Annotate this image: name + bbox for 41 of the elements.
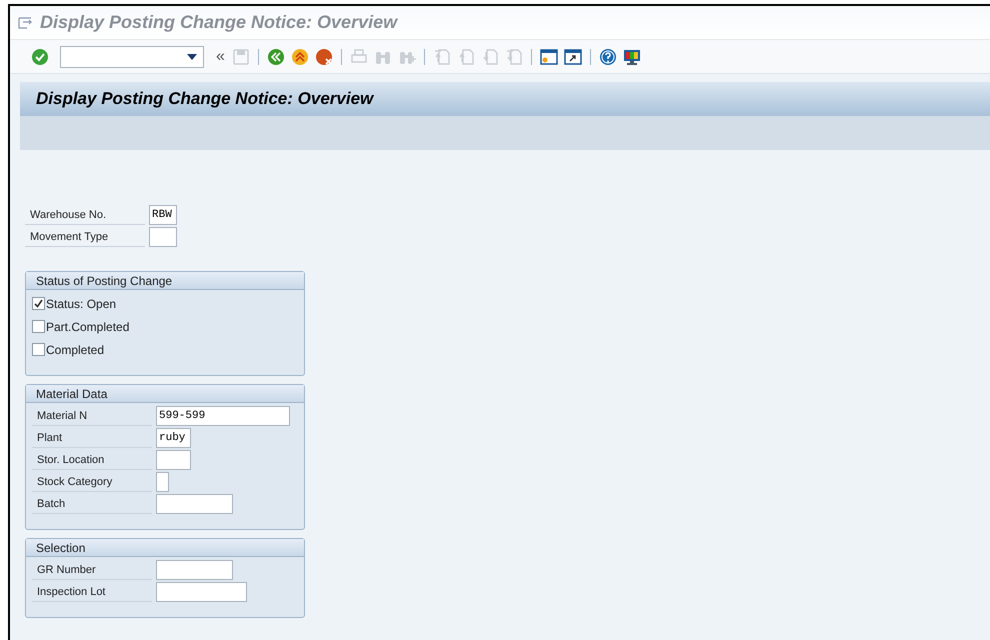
input-field[interactable] <box>156 560 233 580</box>
field-label: Plant <box>32 428 152 448</box>
checkmark-icon <box>34 299 43 308</box>
checkbox-label: Completed <box>46 342 104 358</box>
group-title: Selection <box>26 539 304 557</box>
input-field[interactable] <box>149 227 177 247</box>
checkbox[interactable] <box>32 343 45 356</box>
check-icon[interactable] <box>30 46 50 66</box>
field-label: Movement Type <box>25 227 145 247</box>
screen-title: Display Posting Change Notice: Overview <box>36 88 374 110</box>
back-icon[interactable] <box>266 46 286 66</box>
field-label: Material N <box>32 406 152 426</box>
input-field[interactable] <box>156 494 233 514</box>
input-field[interactable]: RBW <box>149 205 177 225</box>
window-title: Display Posting Change Notice: Overview <box>40 11 398 34</box>
group-title: Material Data <box>26 385 304 403</box>
field-label: Stor. Location <box>32 450 152 470</box>
input-field[interactable] <box>156 472 169 492</box>
checkbox[interactable] <box>32 297 45 310</box>
field-label: GR Number <box>32 560 152 580</box>
field-label: Batch <box>32 494 152 514</box>
checkbox-label: Part.Completed <box>46 318 130 336</box>
input-field[interactable]: ruby <box>156 428 191 448</box>
field-label: Inspection Lot <box>32 582 152 602</box>
input-field[interactable] <box>156 582 247 602</box>
help-icon[interactable] <box>598 46 618 66</box>
field-label: Stock Category <box>32 472 152 492</box>
dropdown-icon[interactable] <box>187 54 197 60</box>
input-field[interactable] <box>156 450 191 470</box>
new-window-icon[interactable] <box>538 46 559 66</box>
cancel-icon[interactable] <box>314 46 334 66</box>
input-field[interactable]: 599-599 <box>156 406 290 426</box>
exit-icon[interactable] <box>290 46 310 66</box>
field-label: Warehouse No. <box>25 205 145 225</box>
shortcut-window-icon[interactable] <box>562 46 583 66</box>
group-title: Status of Posting Change <box>26 272 304 290</box>
checkbox-label: Status: Open <box>46 296 116 312</box>
collapse-button[interactable]: « <box>214 44 227 68</box>
command-field[interactable] <box>60 46 204 68</box>
menu-icon[interactable] <box>18 16 32 28</box>
checkbox[interactable] <box>32 320 45 333</box>
